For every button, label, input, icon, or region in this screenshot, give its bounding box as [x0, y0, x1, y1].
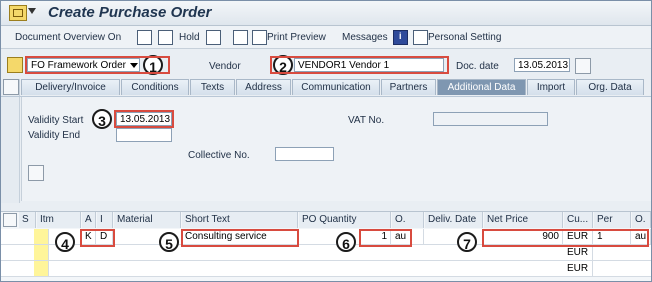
shopping-cart-icon[interactable] — [7, 57, 23, 73]
col-itm: Itm — [37, 212, 81, 228]
menu-icon[interactable] — [9, 5, 27, 21]
personal-setting-icon[interactable] — [413, 30, 428, 45]
callout-3-highlight — [114, 110, 174, 128]
tab-partners[interactable]: Partners — [381, 79, 436, 95]
title-bar: Create Purchase Order — [1, 1, 651, 26]
tab-additional-data[interactable]: Additional Data — [437, 79, 526, 95]
print-preview-button[interactable]: Print Preview — [267, 32, 326, 43]
callout-7-highlight — [482, 229, 649, 247]
col-oun2: O. — [632, 212, 651, 228]
col-status: S — [19, 212, 36, 228]
tab-strip: Delivery/Invoice Conditions Texts Addres… — [1, 79, 651, 97]
tab-import[interactable]: Import — [527, 79, 575, 95]
col-a: A — [82, 212, 96, 228]
doc-date-field[interactable]: 13.05.2013 — [514, 58, 570, 72]
items-table: S Itm A I Material Short Text PO Quantit… — [1, 211, 651, 281]
info-icon[interactable] — [393, 30, 408, 45]
validity-end-field[interactable] — [116, 128, 172, 142]
col-deliv-date: Deliv. Date — [425, 212, 483, 228]
document-overview-button[interactable]: Document Overview On — [15, 32, 121, 43]
calendar-icon[interactable] — [575, 58, 591, 74]
callout-6-highlight — [359, 229, 412, 247]
callout-2-highlight — [270, 56, 449, 74]
window-title: Create Purchase Order — [48, 4, 212, 21]
col-short-text: Short Text — [182, 212, 298, 228]
col-currency: Cu... — [564, 212, 593, 228]
callout-1-highlight — [25, 56, 170, 74]
collective-no-field[interactable] — [275, 147, 334, 161]
print-preview-icon[interactable] — [252, 30, 267, 45]
col-net-price: Net Price — [484, 212, 563, 228]
callout-5: 5 — [159, 232, 179, 252]
new-document-icon[interactable] — [137, 30, 152, 45]
application-toolbar: Document Overview On Hold Print Preview … — [1, 26, 651, 49]
menu-dropdown-icon[interactable] — [28, 8, 36, 14]
currency-cell[interactable]: EUR — [564, 245, 593, 260]
structure-icon[interactable] — [206, 30, 221, 45]
validity-end-label: Validity End — [28, 130, 81, 141]
tab-communication[interactable]: Communication — [292, 79, 380, 95]
collective-no-label: Collective No. — [188, 150, 250, 161]
row-selector[interactable] — [34, 245, 49, 260]
table-row[interactable]: EUR — [1, 261, 651, 277]
vendor-label: Vendor — [209, 61, 241, 72]
vat-no-field — [433, 112, 548, 126]
personal-setting-button[interactable]: Personal Setting — [428, 32, 501, 43]
col-per: Per — [594, 212, 631, 228]
doc-date-label: Doc. date — [456, 61, 499, 72]
callout-5-highlight — [181, 229, 299, 247]
col-po-quantity: PO Quantity — [299, 212, 391, 228]
validity-start-label: Validity Start — [28, 115, 84, 126]
sap-window: Create Purchase Order Document Overview … — [0, 0, 652, 282]
messages-button[interactable]: Messages — [342, 32, 388, 43]
table-row[interactable]: EUR — [1, 245, 651, 261]
row-selector[interactable] — [34, 261, 49, 276]
col-material: Material — [114, 212, 181, 228]
callout-3: 3 — [92, 109, 112, 129]
tab-conditions[interactable]: Conditions — [121, 79, 189, 95]
settings-icon[interactable] — [233, 30, 248, 45]
tab-org-data[interactable]: Org. Data — [576, 79, 644, 95]
hold-button[interactable]: Hold — [179, 32, 200, 43]
callout-7: 7 — [457, 232, 477, 252]
callout-4: 4 — [55, 232, 75, 252]
create-reference-icon[interactable] — [158, 30, 173, 45]
tab-delivery-invoice[interactable]: Delivery/Invoice — [21, 79, 120, 95]
vat-no-label: VAT No. — [348, 115, 385, 126]
row-selector[interactable] — [34, 229, 49, 244]
tab-address[interactable]: Address — [236, 79, 291, 95]
additional-data-panel: Validity Start 13.05.2013 3 Validity End… — [21, 97, 651, 201]
currency-cell[interactable]: EUR — [564, 261, 593, 276]
details-icon[interactable] — [28, 165, 44, 181]
header-area: FO Framework Order 1 Vendor VENDOR1 Vend… — [1, 50, 651, 78]
col-i: I — [97, 212, 113, 228]
tab-texts[interactable]: Texts — [190, 79, 235, 95]
callout-4-highlight — [80, 229, 115, 247]
left-sidebar — [1, 79, 20, 203]
col-oun: O. — [392, 212, 424, 228]
callout-6: 6 — [336, 232, 356, 252]
table-select-all-icon[interactable] — [3, 213, 17, 227]
